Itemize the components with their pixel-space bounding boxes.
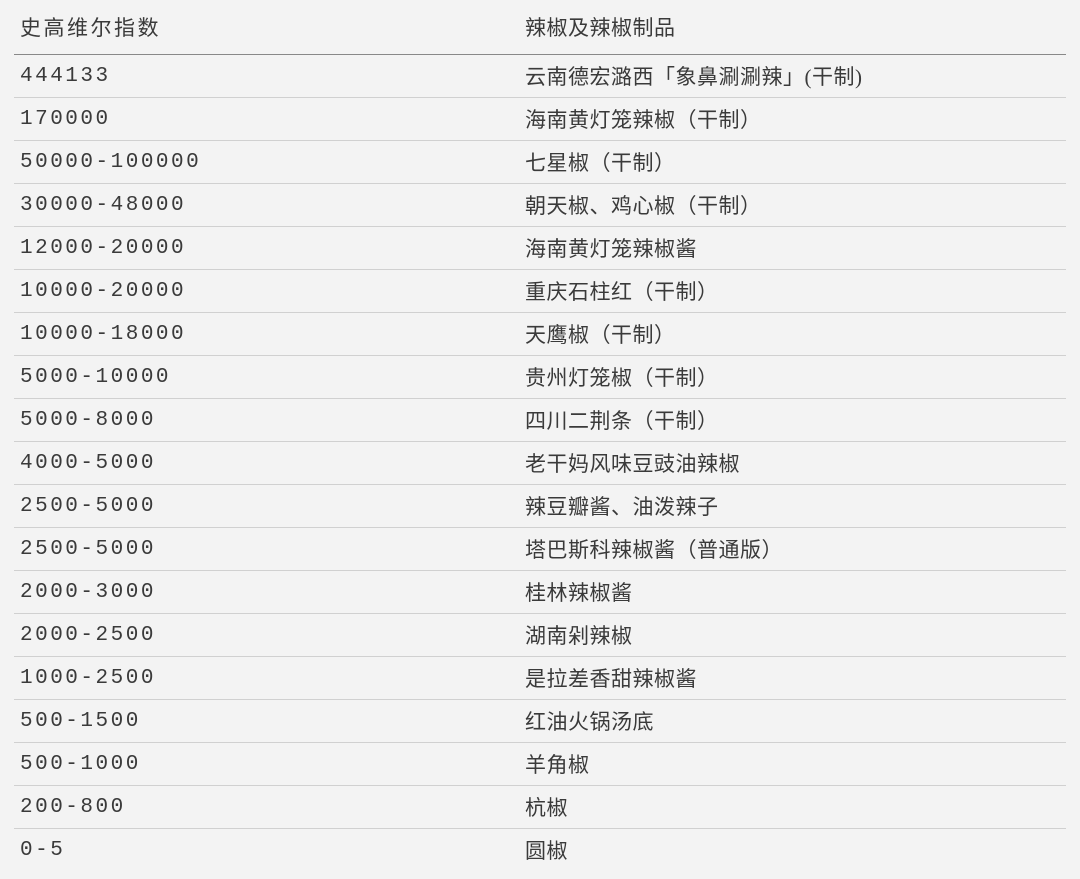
- cell-index: 30000-48000: [14, 184, 519, 227]
- cell-index: 170000: [14, 98, 519, 141]
- table-row: 5000-10000 贵州灯笼椒（干制）: [14, 356, 1066, 399]
- cell-name: 是拉差香甜辣椒酱: [519, 657, 1066, 700]
- cell-index: 2500-5000: [14, 485, 519, 528]
- cell-name: 桂林辣椒酱: [519, 571, 1066, 614]
- table-row: 500-1000 羊角椒: [14, 743, 1066, 786]
- cell-name: 羊角椒: [519, 743, 1066, 786]
- cell-index: 500-1000: [14, 743, 519, 786]
- table-row: 0-5 圆椒: [14, 829, 1066, 872]
- scoville-table: 史高维尔指数 辣椒及辣椒制品 444133 云南德宏潞西「象鼻涮涮辣」(干制) …: [14, 8, 1066, 871]
- table-row: 50000-100000 七星椒（干制）: [14, 141, 1066, 184]
- cell-name: 老干妈风味豆豉油辣椒: [519, 442, 1066, 485]
- cell-name: 贵州灯笼椒（干制）: [519, 356, 1066, 399]
- cell-name: 湖南剁辣椒: [519, 614, 1066, 657]
- header-name: 辣椒及辣椒制品: [519, 8, 1066, 55]
- table-row: 500-1500 红油火锅汤底: [14, 700, 1066, 743]
- cell-name: 重庆石柱红（干制）: [519, 270, 1066, 313]
- cell-index: 1000-2500: [14, 657, 519, 700]
- cell-index: 2000-3000: [14, 571, 519, 614]
- table-row: 5000-8000 四川二荆条（干制）: [14, 399, 1066, 442]
- cell-index: 2000-2500: [14, 614, 519, 657]
- cell-name: 四川二荆条（干制）: [519, 399, 1066, 442]
- header-index: 史高维尔指数: [14, 8, 519, 55]
- cell-index: 4000-5000: [14, 442, 519, 485]
- table-row: 170000 海南黄灯笼辣椒（干制）: [14, 98, 1066, 141]
- table-row: 200-800 杭椒: [14, 786, 1066, 829]
- table-row: 2000-2500 湖南剁辣椒: [14, 614, 1066, 657]
- table-row: 10000-20000 重庆石柱红（干制）: [14, 270, 1066, 313]
- table-row: 10000-18000 天鹰椒（干制）: [14, 313, 1066, 356]
- table-row: 1000-2500 是拉差香甜辣椒酱: [14, 657, 1066, 700]
- cell-name: 圆椒: [519, 829, 1066, 872]
- table-row: 12000-20000 海南黄灯笼辣椒酱: [14, 227, 1066, 270]
- table-row: 2500-5000 塔巴斯科辣椒酱（普通版）: [14, 528, 1066, 571]
- cell-index: 500-1500: [14, 700, 519, 743]
- table-row: 2500-5000 辣豆瓣酱、油泼辣子: [14, 485, 1066, 528]
- table-body: 444133 云南德宏潞西「象鼻涮涮辣」(干制) 170000 海南黄灯笼辣椒（…: [14, 55, 1066, 872]
- table-row: 30000-48000 朝天椒、鸡心椒（干制）: [14, 184, 1066, 227]
- cell-index: 0-5: [14, 829, 519, 872]
- cell-name: 云南德宏潞西「象鼻涮涮辣」(干制): [519, 55, 1066, 98]
- cell-name: 海南黄灯笼辣椒酱: [519, 227, 1066, 270]
- cell-name: 红油火锅汤底: [519, 700, 1066, 743]
- cell-index: 12000-20000: [14, 227, 519, 270]
- cell-index: 10000-20000: [14, 270, 519, 313]
- cell-name: 七星椒（干制）: [519, 141, 1066, 184]
- cell-index: 5000-10000: [14, 356, 519, 399]
- cell-index: 5000-8000: [14, 399, 519, 442]
- cell-index: 200-800: [14, 786, 519, 829]
- cell-name: 朝天椒、鸡心椒（干制）: [519, 184, 1066, 227]
- cell-index: 50000-100000: [14, 141, 519, 184]
- cell-name: 塔巴斯科辣椒酱（普通版）: [519, 528, 1066, 571]
- cell-name: 辣豆瓣酱、油泼辣子: [519, 485, 1066, 528]
- cell-name: 杭椒: [519, 786, 1066, 829]
- cell-name: 天鹰椒（干制）: [519, 313, 1066, 356]
- table-row: 444133 云南德宏潞西「象鼻涮涮辣」(干制): [14, 55, 1066, 98]
- table-header-row: 史高维尔指数 辣椒及辣椒制品: [14, 8, 1066, 55]
- cell-index: 2500-5000: [14, 528, 519, 571]
- table-row: 2000-3000 桂林辣椒酱: [14, 571, 1066, 614]
- cell-name: 海南黄灯笼辣椒（干制）: [519, 98, 1066, 141]
- table-row: 4000-5000 老干妈风味豆豉油辣椒: [14, 442, 1066, 485]
- cell-index: 10000-18000: [14, 313, 519, 356]
- cell-index: 444133: [14, 55, 519, 98]
